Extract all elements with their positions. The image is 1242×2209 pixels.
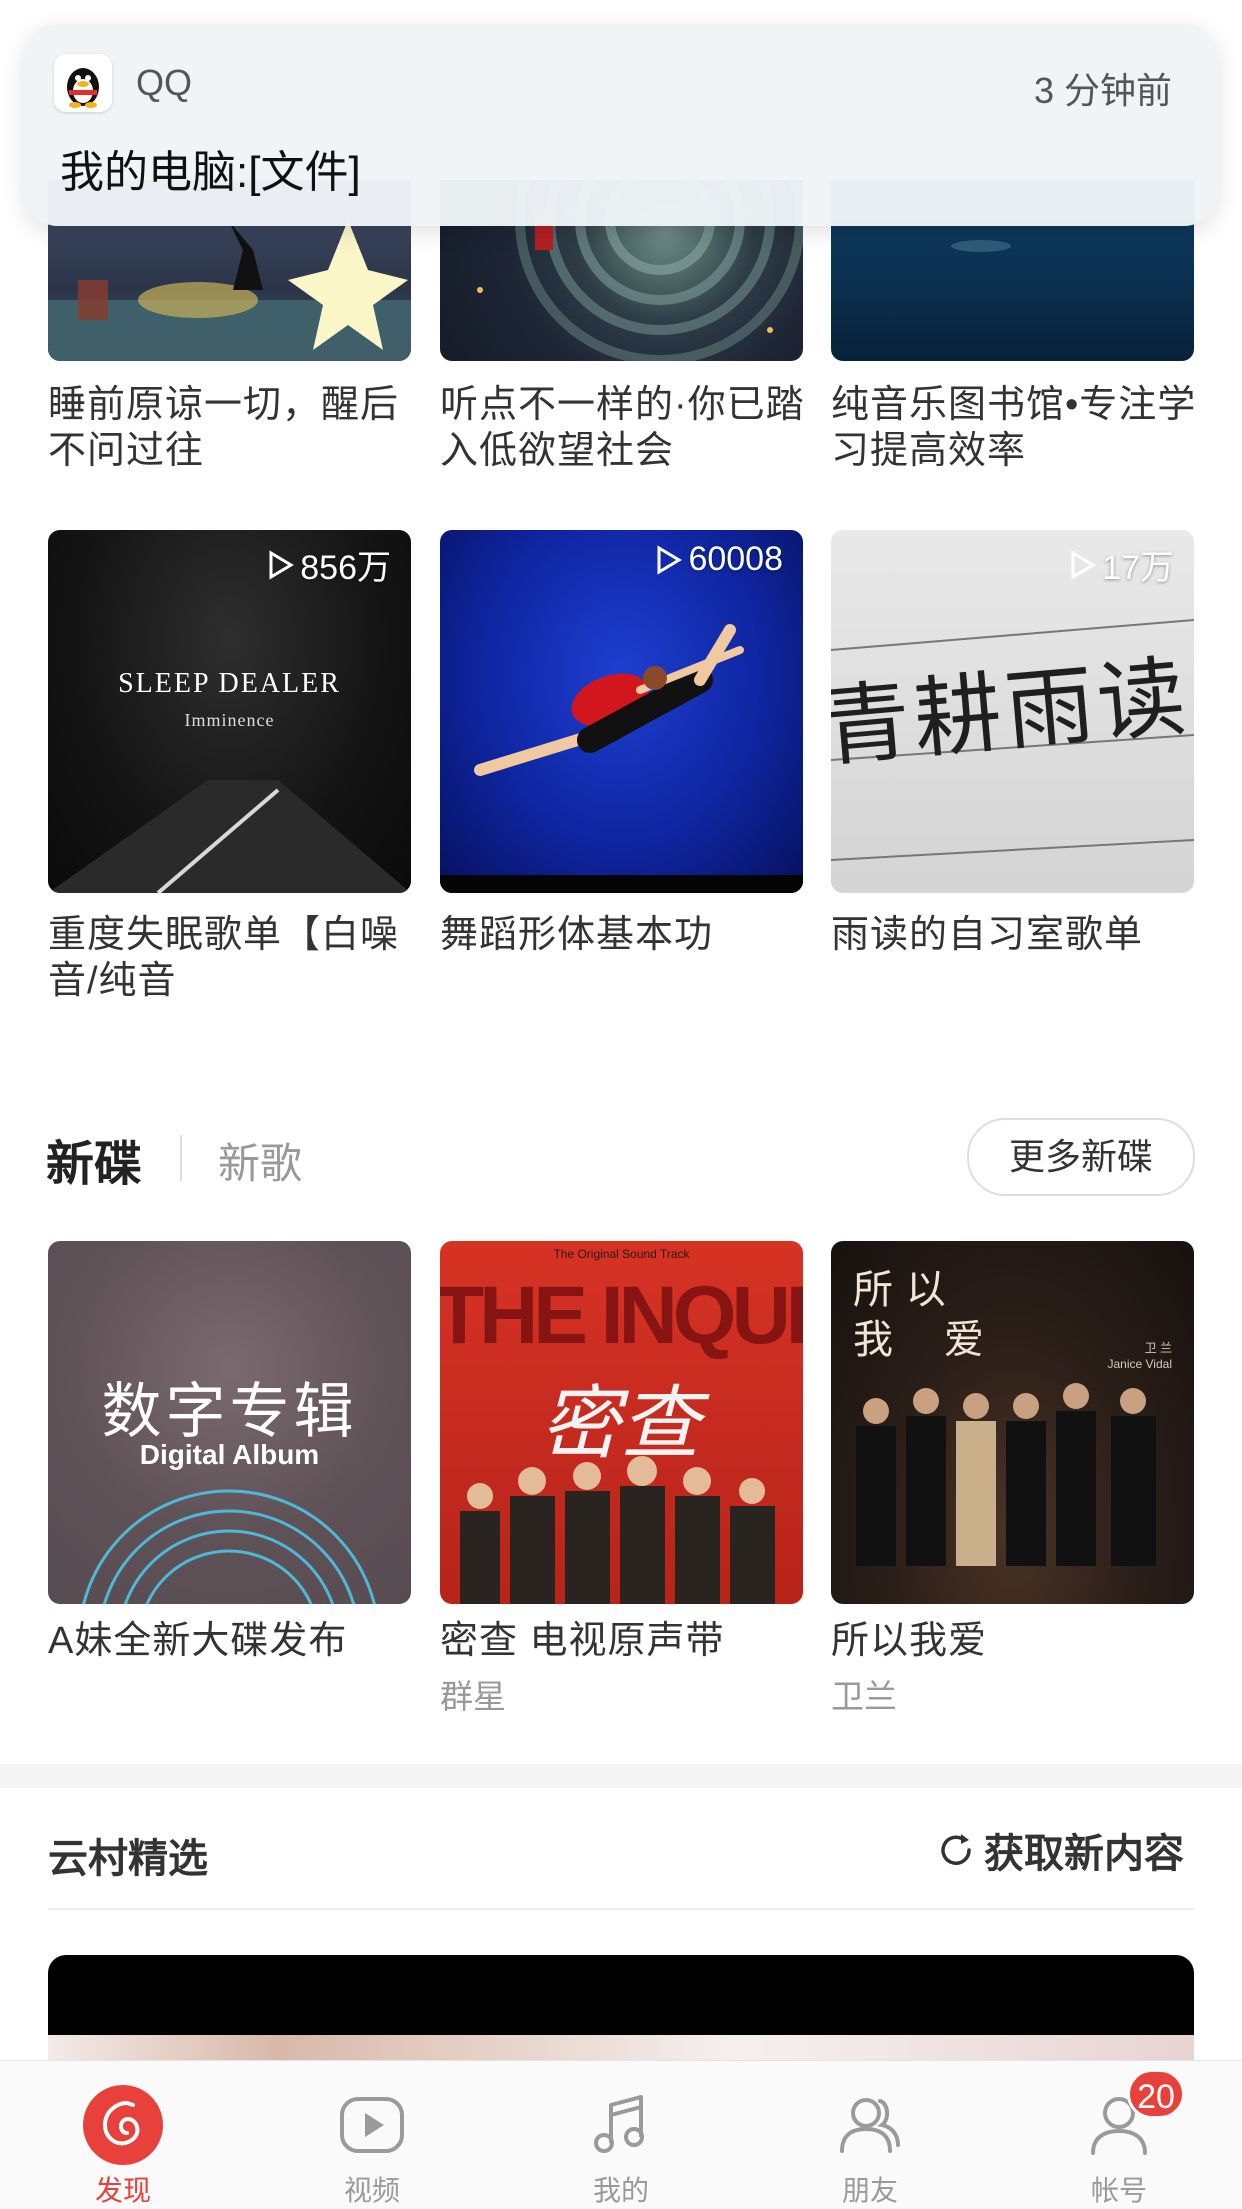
album-title[interactable]: 密查 电视原声带 [440, 1618, 810, 1664]
cover-art [440, 624, 803, 893]
video-play-icon [340, 2097, 404, 2153]
section-separator [48, 1908, 1194, 1910]
album-artist[interactable]: 卫兰 [831, 1670, 897, 1718]
notification-badge: 20 [1127, 2069, 1185, 2119]
tab-new-albums[interactable]: 新碟 [46, 1124, 142, 1194]
notification-time: 3 分钟前 [1033, 70, 1172, 111]
refresh-button[interactable]: 获取新内容 [936, 1822, 1184, 1878]
album-title[interactable]: 所以我爱 [831, 1618, 1201, 1664]
refresh-label: 获取新内容 [984, 1832, 1184, 1876]
cover-title: SLEEP DEALER [118, 668, 341, 699]
refresh-icon [941, 1834, 971, 1865]
cover-subtitle: Digital Album [139, 1439, 320, 1470]
album-title[interactable]: A妹全新大碟发布 [48, 1618, 418, 1664]
playlist-cover[interactable]: 60008 [440, 530, 803, 893]
music-note-icon [594, 2095, 644, 2153]
tab-video[interactable]: 视频 [312, 2061, 432, 2209]
play-count: 17万 [1070, 540, 1174, 589]
tab-bar: 发现 视频 我的 朋友 帐号 20 [0, 2060, 1242, 2209]
album-cover[interactable]: 所 以 我 爱 卫 兰 Janice Vidal [831, 1241, 1194, 1604]
tab-divider [180, 1135, 182, 1181]
notification-banner[interactable]: QQ 3 分钟前 我的电脑:[文件] [24, 24, 1218, 226]
notification-app-name: QQ [136, 62, 193, 103]
tab-label: 视频 [343, 2175, 400, 2206]
netease-logo-icon [83, 2085, 163, 2165]
album-cover[interactable]: The Original Sound Track THE INQUIRY IN … [440, 1241, 803, 1604]
playlist-title[interactable]: 纯音乐图书馆•专注学习提高效率 [831, 382, 1201, 474]
album-artist[interactable]: 群星 [440, 1670, 506, 1718]
tab-friends[interactable]: 朋友 [810, 2061, 930, 2209]
playlist-title[interactable]: 听点不一样的·你已踏入低欲望社会 [440, 382, 810, 474]
tab-label: 我的 [592, 2175, 649, 2206]
play-icon [657, 544, 683, 575]
cover-art [856, 1383, 1156, 1566]
playlist-title[interactable]: 舞蹈形体基本功 [440, 912, 810, 958]
play-icon [269, 549, 295, 580]
album-cover[interactable]: 数字专辑 Digital Album [48, 1241, 411, 1604]
tab-label: 发现 [94, 2175, 151, 2206]
tab-label: 帐号 [1090, 2175, 1147, 2206]
cover-subtitle: Imminence [184, 710, 275, 730]
section-divider [0, 1764, 1242, 1788]
play-icon [1071, 549, 1097, 580]
playlist-title[interactable]: 雨读的自习室歌单 [831, 912, 1201, 958]
tab-new-songs[interactable]: 新歌 [218, 1130, 302, 1191]
playlist-title[interactable]: 重度失眠歌单【白噪音/纯音 [48, 912, 418, 1004]
tab-label: 朋友 [841, 2175, 898, 2206]
playlist-title[interactable]: 睡前原谅一切，醒后不问过往 [48, 382, 418, 474]
section-title: 云村精选 [48, 1837, 208, 1881]
playlist-cover[interactable]: 856万 SLEEP DEALER Imminence [48, 530, 411, 893]
playlist-cover[interactable]: 17万 青耕雨读 [831, 530, 1194, 893]
tab-discover[interactable]: 发现 [63, 2061, 183, 2209]
play-count: 60008 [656, 540, 783, 579]
tab-mine[interactable]: 我的 [561, 2061, 681, 2209]
tab-account[interactable]: 帐号 20 [1059, 2061, 1185, 2209]
more-albums-button[interactable]: 更多新碟 [967, 1118, 1195, 1196]
cover-art [460, 1456, 775, 1604]
qq-app-icon [54, 54, 112, 112]
cover-title: 数字专辑 [101, 1378, 358, 1445]
play-count: 856万 [268, 540, 391, 589]
friends-icon [840, 2098, 900, 2153]
video-card[interactable] [48, 1955, 1194, 2065]
notification-message: 我的电脑:[文件] [60, 148, 361, 197]
